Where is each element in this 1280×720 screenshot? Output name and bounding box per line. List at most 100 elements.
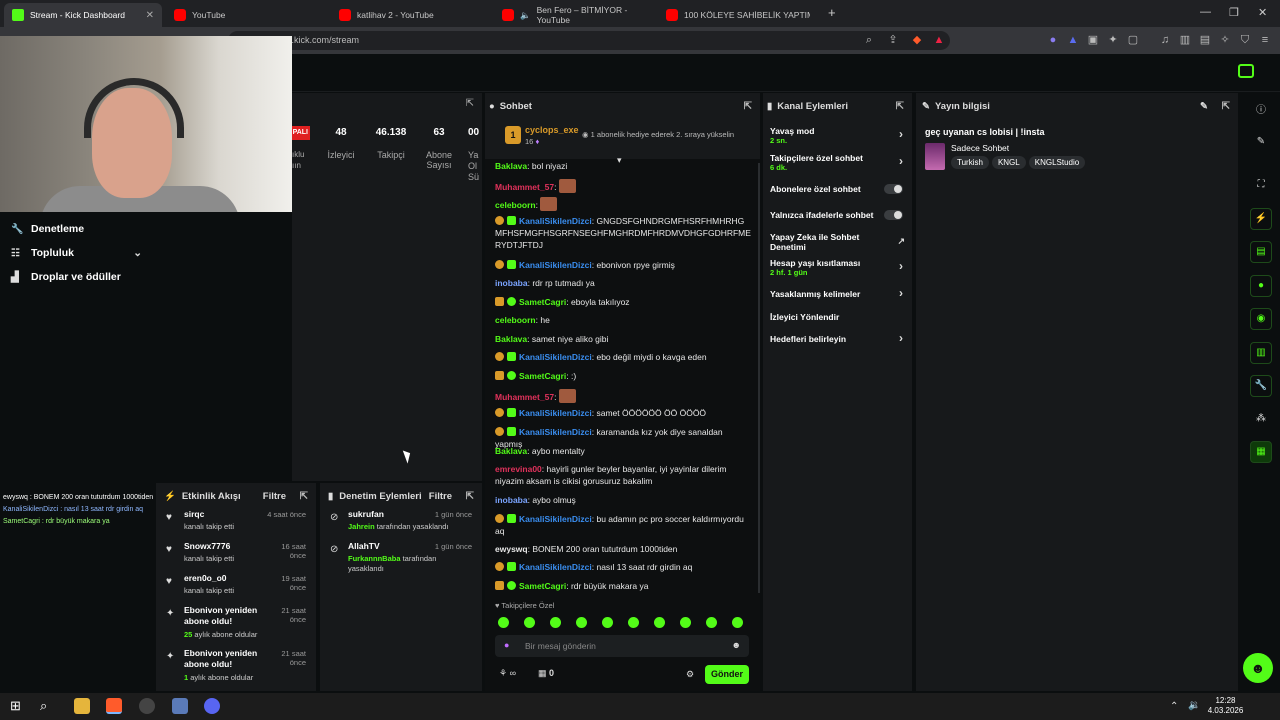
emote-icon[interactable] xyxy=(550,617,561,628)
ai-moderation-action[interactable]: Yapay Zeka ile Sohbet Denetimi ↗ xyxy=(770,232,905,252)
emote-icon[interactable] xyxy=(576,617,587,628)
discord-icon[interactable] xyxy=(204,698,220,714)
extension-icon[interactable]: ▣ xyxy=(1086,33,1100,47)
emote-icon[interactable] xyxy=(602,617,613,628)
layout-icon[interactable]: ▥ xyxy=(1250,342,1272,364)
wallet-icon[interactable]: ▤ xyxy=(1198,33,1212,47)
fullscreen-icon[interactable]: ⛶ xyxy=(1250,179,1272,197)
sidebar-item-topluluk[interactable]: ☷ Topluluk ⌄ xyxy=(0,241,154,265)
url-field[interactable]: …shboard.kick.com/stream xyxy=(228,31,950,50)
search-icon[interactable]: ⌕ xyxy=(40,698,56,714)
tab-katlihav[interactable]: katlihav 2 - YouTube xyxy=(331,3,491,27)
emote-icon[interactable] xyxy=(524,617,535,628)
vpn-icon[interactable]: ⛉ xyxy=(1238,33,1252,47)
emote-icon[interactable] xyxy=(498,617,509,628)
tab-koleye[interactable]: 100 KÖLEYE SAHİBELİK YAPTIM! (SO… xyxy=(658,3,818,27)
points-infinity-icon[interactable]: ⚘ ∞ xyxy=(499,668,516,679)
music-icon[interactable]: ♫ xyxy=(1158,33,1172,47)
tab-kick-dashboard[interactable]: Stream - Kick Dashboard ✕ xyxy=(4,3,162,27)
sidebar-item-label: Denetleme xyxy=(31,223,85,235)
heart-icon: ♥ xyxy=(166,576,172,587)
popout-icon[interactable]: ⇱ xyxy=(744,101,752,112)
points-counter[interactable]: ▦ 0 xyxy=(538,668,554,679)
chat-text: : he xyxy=(535,315,550,325)
banned-words-action[interactable]: Yasaklanmış kelimeler › xyxy=(770,287,908,299)
popout-icon[interactable]: ⇱ xyxy=(300,491,308,502)
sidebar-toggle-icon[interactable]: ▥ xyxy=(1178,33,1192,47)
chat-message: KanaliSikilenDizci: ebo değil miydi o ka… xyxy=(495,351,751,363)
minimize-icon[interactable]: — xyxy=(1200,6,1211,18)
clock[interactable]: 12:28 4.03.2026 xyxy=(1203,696,1248,716)
file-explorer-icon[interactable] xyxy=(74,698,90,714)
filter-button[interactable]: Filtre xyxy=(263,491,286,502)
emote-only-action[interactable]: Yalnızca ifadelerle sohbet xyxy=(770,210,908,220)
share-icon[interactable]: ⇪ xyxy=(886,33,900,47)
sidebar-item-label: Topluluk xyxy=(31,247,74,259)
tab-ben-fero[interactable]: 🔈 Ben Fero – BİTMİYOR - YouTube xyxy=(494,3,654,27)
help-chat-icon[interactable]: ☻ xyxy=(1243,653,1273,683)
close-window-icon[interactable]: ✕ xyxy=(1258,6,1267,19)
subs-only-toggle[interactable] xyxy=(884,184,903,194)
puzzle-icon[interactable]: ✦ xyxy=(1106,33,1120,47)
chat-scrollbar[interactable] xyxy=(758,163,760,593)
extension-icon[interactable]: ▲ xyxy=(1066,33,1080,47)
brave-rewards-icon[interactable]: ▲ xyxy=(932,33,946,47)
notes-icon[interactable]: ▤ xyxy=(1250,241,1272,263)
followers-only-action[interactable]: Takipçilere özel sohbet 6 dk. › xyxy=(770,153,908,173)
settings-icon[interactable]: ⚙ xyxy=(686,669,694,680)
emote-icon[interactable] xyxy=(706,617,717,628)
emote-icon[interactable] xyxy=(680,617,691,628)
emote-icon[interactable] xyxy=(732,617,743,628)
goals-action[interactable]: Hedefleri belirleyin › xyxy=(770,332,908,344)
subs-only-action[interactable]: Abonelere özel sohbet xyxy=(770,184,908,194)
chat-user: celeboorn xyxy=(495,315,536,325)
users-icon[interactable]: ⁂ xyxy=(1250,413,1272,431)
slow-mode-action[interactable]: Yavaş mod 2 sn. › xyxy=(770,126,908,146)
popout-icon[interactable]: ⇱ xyxy=(1222,101,1230,112)
app-icon[interactable] xyxy=(172,698,188,714)
tab-youtube[interactable]: YouTube xyxy=(166,3,326,27)
close-tab-icon[interactable]: ✕ xyxy=(146,10,154,21)
raid-action[interactable]: İzleyici Yönlendir xyxy=(770,312,908,322)
popout-icon[interactable]: ⇱ xyxy=(466,98,474,109)
popout-icon[interactable]: ⇱ xyxy=(896,101,904,112)
emoji-icon[interactable]: ☻ xyxy=(732,640,741,650)
filter-button[interactable]: Filtre xyxy=(429,491,452,502)
leo-icon[interactable]: ✧ xyxy=(1218,33,1232,47)
dashboard-sidebar: 🔧 Denetleme ☷ Topluluk ⌄ ▟ Droplar ve ödülle… xyxy=(0,212,154,492)
chat-text: : aybo mentalty xyxy=(527,446,585,456)
activity-feed-header: ⚡ Etkinlik Akışı Filtre ⇱ xyxy=(156,483,316,509)
emote-icon[interactable] xyxy=(654,617,665,628)
new-tab-button[interactable]: + xyxy=(828,5,836,20)
menu-icon[interactable]: ≡ xyxy=(1258,33,1272,47)
emote-only-toggle[interactable] xyxy=(884,210,903,220)
tray-chevron-icon[interactable]: ⌃ xyxy=(1170,701,1178,712)
info-icon[interactable]: ⓘ xyxy=(1250,101,1272,119)
zoom-icon[interactable]: ⌕ xyxy=(862,33,876,47)
message-input[interactable]: ● Bir mesaj gönderin ☻ xyxy=(495,635,749,657)
mic-icon[interactable]: ● xyxy=(504,640,509,650)
windows-start-icon[interactable]: ⊞ xyxy=(10,698,26,714)
sidebar-item-denetleme[interactable]: 🔧 Denetleme xyxy=(0,217,154,241)
kick-logo-icon[interactable] xyxy=(1238,64,1254,78)
screenshot-icon[interactable]: ▢ xyxy=(1126,33,1140,47)
gift-icon: ▦ xyxy=(538,668,547,678)
emote-icon[interactable] xyxy=(628,617,639,628)
account-age-action[interactable]: Hesap yaşı kısıtlaması 2 hf. 1 gün › xyxy=(770,258,908,278)
lightning-icon[interactable]: ⚡ xyxy=(1250,208,1272,230)
broadcast-icon[interactable]: ◉ xyxy=(1250,308,1272,330)
brave-shield-icon[interactable]: ◆ xyxy=(910,33,924,47)
send-button[interactable]: Gönder xyxy=(705,665,749,684)
obs-icon[interactable] xyxy=(139,698,155,714)
popout-icon[interactable]: ⇱ xyxy=(466,491,474,502)
extension-icon[interactable]: ● xyxy=(1046,33,1060,47)
edit-icon[interactable]: ✎ xyxy=(1200,101,1208,112)
brave-browser-icon[interactable] xyxy=(106,698,122,714)
restore-icon[interactable]: ❐ xyxy=(1229,6,1239,19)
chat-icon[interactable]: ● xyxy=(1250,275,1272,297)
calendar-icon[interactable]: ▦ xyxy=(1250,441,1272,463)
wrench-icon[interactable]: 🔧 xyxy=(1250,375,1272,397)
volume-icon[interactable]: 🔉 xyxy=(1188,700,1200,711)
sidebar-item-droplar[interactable]: ▟ Droplar ve ödüller xyxy=(0,265,154,289)
pencil-icon[interactable]: ✎ xyxy=(1250,136,1272,154)
